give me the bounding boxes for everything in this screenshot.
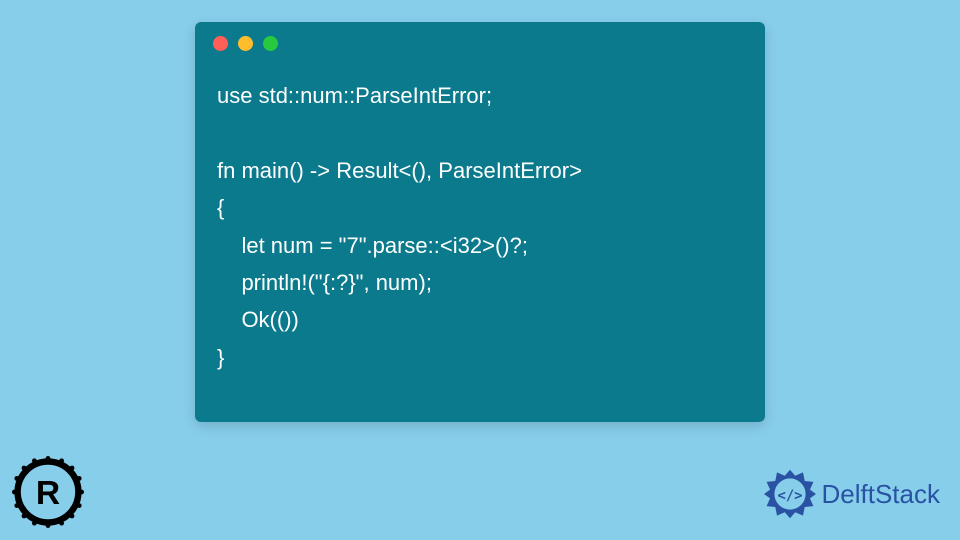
code-content: use std::num::ParseIntError; fn main() -… <box>195 59 765 394</box>
window-controls <box>195 22 765 59</box>
delftstack-logo: </> DelftStack <box>764 468 941 520</box>
delftstack-brand-text: DelftStack <box>822 479 941 510</box>
code-window: use std::num::ParseIntError; fn main() -… <box>195 22 765 422</box>
minimize-dot-icon <box>238 36 253 51</box>
delftstack-gear-icon: </> <box>764 468 816 520</box>
svg-text:</>: </> <box>777 488 802 504</box>
maximize-dot-icon <box>263 36 278 51</box>
close-dot-icon <box>213 36 228 51</box>
rust-logo-icon: R <box>8 452 88 532</box>
svg-text:R: R <box>36 475 60 512</box>
